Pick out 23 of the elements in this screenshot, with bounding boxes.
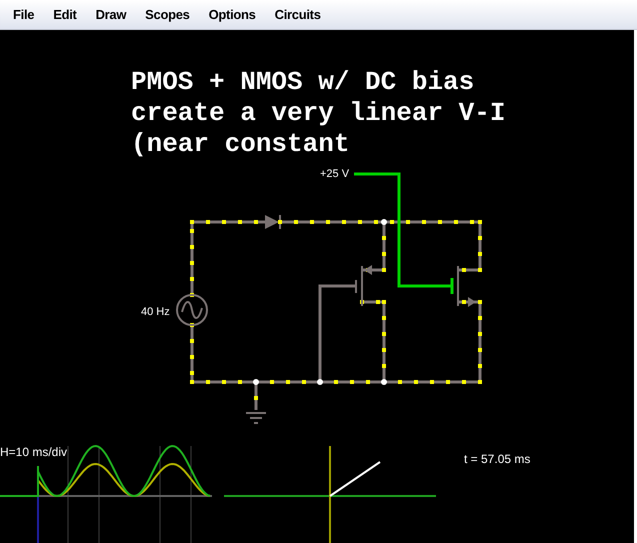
menu-item[interactable]: Circuits (274, 4, 321, 24)
pmos-transistor-icon (355, 265, 372, 306)
canvas-text: create a very linear V-I (131, 98, 506, 129)
nmos-transistor-icon (450, 266, 476, 307)
diode-icon (265, 215, 281, 229)
ac-source-icon (176, 294, 208, 326)
source-label: 40 Hz (141, 305, 170, 320)
menu-item[interactable]: Options (208, 4, 256, 24)
supply-label: +25 V (320, 167, 350, 182)
junction-dot (381, 219, 387, 225)
ground-icon (246, 412, 266, 424)
menu-item[interactable]: Edit (53, 4, 77, 24)
menu-item[interactable]: Scopes (145, 4, 190, 24)
time-label: t = 57.05 ms (464, 451, 530, 468)
scope-scale-label: H=10 ms/div (0, 444, 68, 461)
canvas-text: (near constant (131, 129, 350, 160)
menu-item[interactable]: File (13, 4, 34, 24)
menu-item[interactable]: Draw (96, 4, 126, 24)
canvas-text: PMOS + NMOS w/ DC bias (131, 67, 476, 98)
plot-trace (329, 461, 381, 497)
junction-dot (317, 379, 323, 385)
junction-dot (253, 379, 259, 385)
junction-dot (381, 379, 387, 385)
